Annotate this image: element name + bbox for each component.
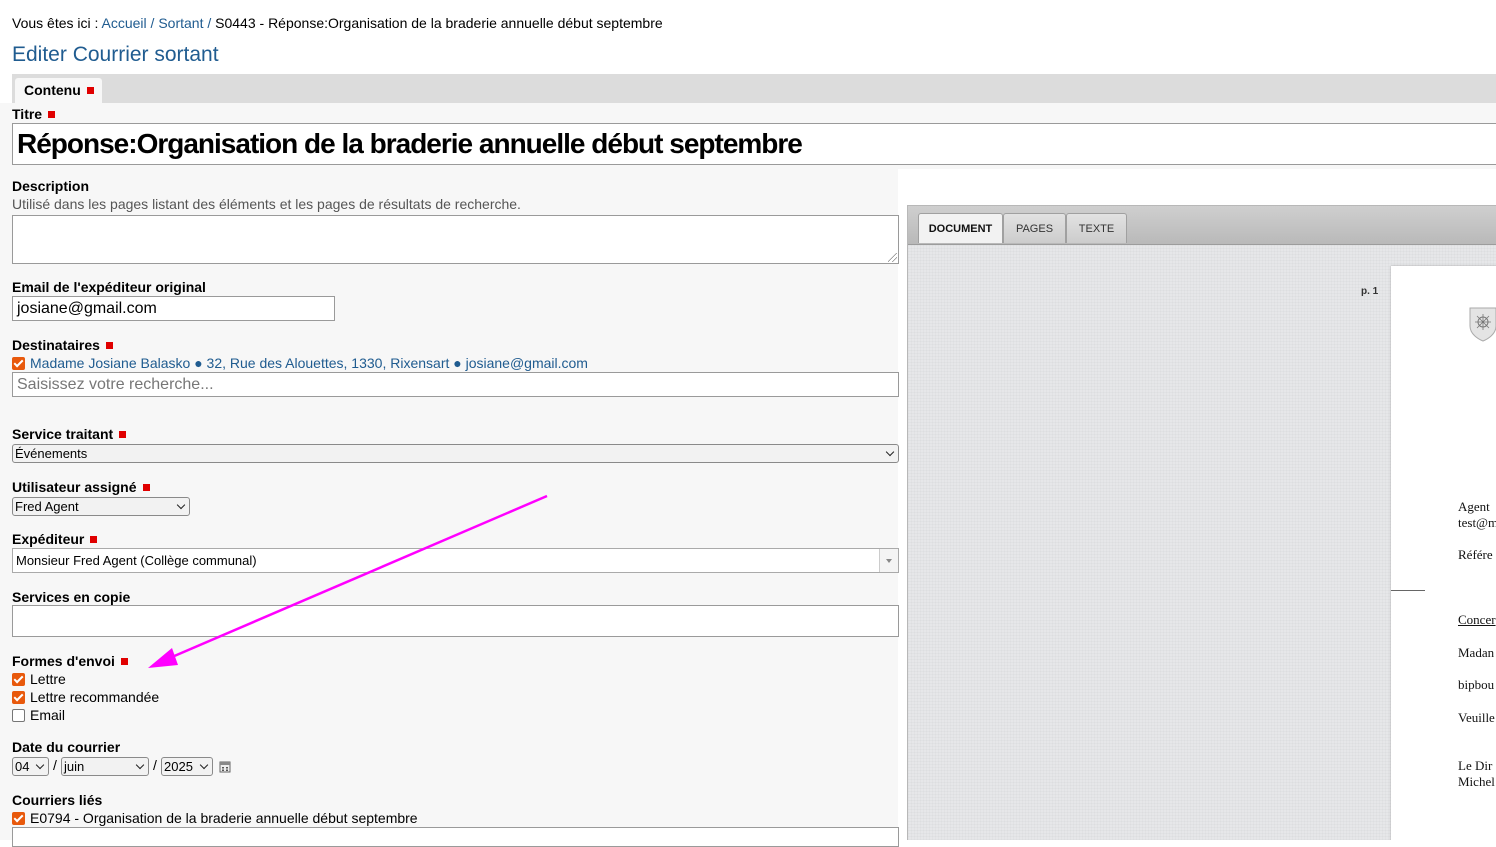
chevron-down-icon: [135, 760, 145, 770]
doc-text: Concer: [1458, 612, 1496, 627]
required-marker: [90, 535, 98, 543]
form-panel: [0, 103, 898, 840]
description-textarea[interactable]: [12, 215, 899, 264]
date-year-select[interactable]: 2025: [161, 757, 213, 776]
doc-text: Le Dir: [1458, 758, 1493, 773]
doc-text: test@m: [1458, 515, 1496, 530]
breadcrumb-current: S0443 - Réponse:Organisation de la brade…: [215, 15, 663, 31]
titre-label: Titre: [12, 106, 56, 122]
destinataires-label: Destinataires: [12, 337, 113, 353]
breadcrumb-prefix: Vous êtes ici :: [12, 15, 99, 31]
doc-text: bipbou: [1458, 677, 1495, 692]
utilisateur-select[interactable]: Fred Agent: [12, 497, 190, 516]
breadcrumb-section-link[interactable]: Sortant: [158, 15, 203, 31]
dropdown-arrow-icon[interactable]: [879, 549, 898, 572]
document-viewer[interactable]: DOCUMENT PAGES TEXTE p. 1 Agent test@m R…: [907, 205, 1496, 840]
page-number: p. 1: [1361, 286, 1379, 297]
courrier-lie-checkbox[interactable]: [12, 811, 25, 825]
destinataires-search-input[interactable]: Saisissez votre recherche...: [12, 372, 899, 397]
titre-input[interactable]: Réponse:Organisation de la braderie annu…: [12, 123, 1496, 165]
breadcrumb-home-link[interactable]: Accueil: [102, 15, 147, 31]
doc-text: Agent: [1458, 499, 1490, 514]
forme-email[interactable]: Email: [12, 707, 65, 723]
chevron-down-icon: [885, 447, 895, 457]
date-day-select[interactable]: 04: [12, 757, 49, 776]
lettre-recommandee-checkbox[interactable]: [12, 690, 25, 704]
forme-lettre[interactable]: Lettre: [12, 671, 66, 687]
chevron-down-icon: [35, 760, 45, 770]
email-checkbox[interactable]: [12, 708, 25, 722]
courriers-lies-label: Courriers liés: [12, 792, 103, 808]
date-month-select[interactable]: juin: [61, 757, 149, 776]
copie-input[interactable]: [12, 605, 899, 637]
doc-divider: [1391, 590, 1425, 591]
viewer-toolbar: DOCUMENT PAGES TEXTE: [908, 206, 1496, 245]
viewer-tab-pages[interactable]: PAGES: [1003, 213, 1066, 243]
date-separator: /: [153, 757, 157, 773]
required-marker: [48, 110, 56, 118]
doc-text: Référe: [1458, 547, 1493, 562]
description-label: Description: [12, 178, 90, 194]
breadcrumb-separator: /: [150, 15, 155, 31]
email-label: Email de l'expéditeur original: [12, 279, 206, 295]
courriers-lies-input[interactable]: [12, 827, 899, 847]
expediteur-combobox[interactable]: Monsieur Fred Agent (Collège communal): [12, 548, 899, 573]
formes-label: Formes d'envoi: [12, 653, 128, 669]
viewer-tab-document[interactable]: DOCUMENT: [918, 213, 1003, 243]
service-label: Service traitant: [12, 426, 127, 442]
chevron-down-icon: [199, 760, 209, 770]
tab-contenu[interactable]: Contenu: [15, 78, 102, 103]
document-page: Agent test@m Référe Concer Madan bipbou …: [1391, 266, 1496, 840]
page-title: Editer Courrier sortant: [12, 43, 219, 66]
destinataire-link[interactable]: Madame Josiane Balasko ● 32, Rue des Alo…: [30, 355, 588, 371]
destinataire-checkbox[interactable]: [12, 356, 25, 370]
calendar-icon[interactable]: [219, 760, 231, 773]
chevron-down-icon: [176, 500, 186, 510]
required-marker: [120, 657, 128, 665]
date-label: Date du courrier: [12, 739, 121, 755]
lettre-checkbox[interactable]: [12, 672, 25, 686]
coat-of-arms-icon: [1469, 307, 1496, 342]
doc-text: Madan: [1458, 645, 1495, 660]
date-separator: /: [53, 757, 57, 773]
service-select[interactable]: Événements: [12, 444, 899, 463]
copie-label: Services en copie: [12, 589, 131, 605]
breadcrumb: Vous êtes ici : Accueil / Sortant / S044…: [12, 15, 663, 31]
tab-bar: Contenu: [12, 74, 1496, 103]
destinataire-item[interactable]: Madame Josiane Balasko ● 32, Rue des Alo…: [12, 355, 588, 371]
viewer-tab-texte[interactable]: TEXTE: [1066, 213, 1127, 243]
expediteur-label: Expéditeur: [12, 531, 98, 547]
doc-text: Veuille: [1458, 710, 1495, 725]
forme-lettre-recommandee[interactable]: Lettre recommandée: [12, 689, 159, 705]
description-help: Utilisé dans les pages listant des éléme…: [12, 196, 521, 212]
required-marker: [142, 483, 150, 491]
required-marker: [119, 430, 127, 438]
utilisateur-label: Utilisateur assigné: [12, 479, 150, 495]
courrier-lie-item[interactable]: E0794 - Organisation de la braderie annu…: [12, 810, 418, 826]
resize-handle[interactable]: [888, 253, 897, 262]
email-field[interactable]: josiane@gmail.com: [12, 296, 335, 321]
required-marker: [105, 341, 113, 349]
required-marker: [86, 86, 94, 94]
doc-text: Michel: [1458, 774, 1495, 789]
breadcrumb-separator: /: [207, 15, 212, 31]
